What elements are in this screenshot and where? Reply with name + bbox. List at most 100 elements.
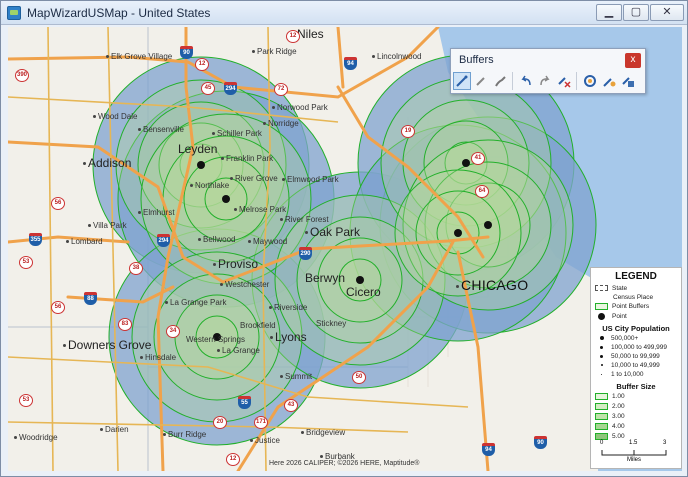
route-43-shield: 43 — [284, 399, 298, 412]
place-norwood-park: Norwood Park — [272, 103, 328, 112]
place-summit: Summit — [280, 372, 312, 381]
pop-dot-3 — [600, 354, 603, 358]
legend-pop-4-label: 10,000 to 49,999 — [611, 362, 660, 369]
route-94-shield: 94 — [344, 57, 357, 70]
route-34-shield: 34 — [166, 325, 180, 338]
buffer-settings-icon[interactable] — [581, 72, 599, 90]
buffers-panel-title: Buffers — [459, 54, 494, 66]
legend-pop-2-label: 100,000 to 499,999 — [611, 344, 668, 351]
place-western-springs: Western Springs — [186, 335, 245, 344]
pencil-icon[interactable] — [472, 72, 490, 90]
state-swatch — [595, 285, 608, 292]
scale-tick-2: 3 — [663, 440, 667, 446]
place-bensenville: Bensenville — [138, 125, 184, 134]
save-buffer-icon[interactable] — [619, 72, 637, 90]
route-53b-shield: 53 — [19, 394, 33, 407]
legend-pop-5-label: 1 to 10,000 — [611, 371, 644, 378]
map-legend: LEGEND State Census Place Point Buffers … — [590, 267, 682, 469]
place-villa-park: Villa Park — [88, 221, 127, 230]
legend-census-place: Census Place — [613, 294, 653, 301]
route-12c-shield: 12 — [226, 453, 240, 466]
place-cicero: Cicero — [346, 285, 381, 299]
place-elmhurst: Elmhurst — [138, 208, 175, 217]
legend-point-label: Point — [612, 313, 627, 321]
legend-buffer-5-label: 5.00 — [612, 433, 625, 441]
place-chicago: CHICAGO — [456, 277, 528, 293]
place-oak-park: Oak Park — [305, 225, 360, 239]
pop-dot-4 — [601, 364, 603, 367]
route-90b-shield: 90 — [534, 436, 547, 449]
legend-buffer-3-label: 3.00 — [612, 413, 625, 421]
undo-icon[interactable] — [517, 72, 535, 90]
scale-tick-1: 1.5 — [629, 440, 638, 446]
minimize-button[interactable]: ▁ — [596, 4, 622, 21]
legend-point-buffers: Point Buffers — [595, 303, 649, 310]
legend-census-place-label: Census Place — [613, 294, 654, 301]
brush-icon[interactable] — [491, 72, 509, 90]
route-20-shield: 20 — [213, 416, 227, 429]
scale-bar-graphic — [601, 450, 667, 456]
place-elmwood-park: Elmwood Park — [282, 175, 339, 184]
legend-buffer-2: 2.00 — [595, 403, 625, 410]
place-lincolnwood: Lincolnwood — [372, 52, 421, 61]
edit-buffer-icon[interactable] — [600, 72, 618, 90]
route-294-shield: 294 — [224, 82, 237, 95]
scale-bar: 0 1.5 3 Miles — [600, 440, 667, 464]
buffer-swatch-2 — [595, 403, 608, 410]
route-94b-shield: 94 — [482, 443, 495, 456]
place-bridgeview: Bridgeview — [301, 428, 345, 437]
route-56b-shield: 56 — [51, 301, 65, 314]
close-button[interactable]: ✕ — [650, 4, 684, 21]
window-title: MapWizardUSMap - United States — [27, 6, 211, 20]
buffer-swatch-1 — [595, 393, 608, 400]
buffers-toolbar — [453, 72, 643, 92]
route-53-shield: 53 — [19, 256, 33, 269]
place-franklin-park: Franklin Park — [221, 154, 273, 163]
legend-title: LEGEND — [615, 271, 657, 282]
point-swatch — [598, 313, 605, 320]
route-64-shield: 64 — [475, 185, 489, 198]
toolbar-separator — [512, 72, 516, 90]
map-app-icon — [7, 6, 21, 20]
place-leyden: Leyden — [178, 142, 218, 156]
place-river-grove: River Grove — [230, 174, 278, 183]
legend-buffer-2-label: 2.00 — [612, 403, 625, 411]
legend-point: Point — [595, 313, 627, 320]
route-12-shield: 12 — [195, 58, 209, 71]
route-41-shield: 41 — [471, 152, 485, 165]
place-la-grange-park: La Grange Park — [165, 298, 226, 307]
point-buffers-swatch — [595, 303, 608, 310]
place-brookfield: Brookfield — [240, 321, 276, 330]
redo-icon[interactable] — [536, 72, 554, 90]
legend-buffer-1-label: 1.00 — [612, 393, 625, 401]
place-burr-ridge: Burr Ridge — [163, 430, 206, 439]
route-290-shield: 290 — [299, 247, 312, 260]
legend-point-buffers-label: Point Buffers — [612, 303, 650, 311]
buffers-panel: Buffers x — [450, 48, 646, 94]
legend-buffer-title: Buffer Size — [616, 382, 656, 391]
legend-pop-2: 100,000 to 499,999 — [595, 344, 667, 351]
map-copyright: Here 2026 CALIPER; ©2026 HERE, Maptitude… — [269, 460, 420, 467]
buffer-swatch-3 — [595, 413, 608, 420]
pop-dot-5 — [601, 373, 602, 375]
scale-tick-0: 0 — [600, 440, 604, 446]
place-river-forest: River Forest — [280, 215, 329, 224]
legend-buffer-4: 4.00 — [595, 423, 625, 430]
maximize-button[interactable]: ▢ — [623, 4, 649, 21]
legend-pop-4: 10,000 to 49,999 — [595, 362, 660, 369]
route-83-shield: 83 — [118, 318, 132, 331]
route-72-shield: 72 — [274, 83, 288, 96]
route-50-shield: 50 — [352, 371, 366, 384]
buffer-swatch-4 — [595, 423, 608, 430]
clear-buffer-icon[interactable] — [555, 72, 573, 90]
buffers-panel-close-button[interactable]: x — [625, 53, 641, 68]
place-wood-dale: Wood Dale — [93, 112, 137, 121]
route-294b-shield: 294 — [157, 234, 170, 247]
legend-pop-3: 50,000 to 99,999 — [595, 353, 660, 360]
draw-buffer-tool-icon[interactable] — [453, 72, 471, 90]
legend-pop-1-label: 500,000+ — [611, 335, 639, 342]
legend-buffer-1: 1.00 — [595, 393, 625, 400]
title-bar[interactable]: MapWizardUSMap - United States ▁ ▢ ✕ — [1, 1, 687, 25]
place-stickney: Stickney — [316, 319, 347, 328]
place-justice: Justice — [250, 436, 280, 445]
